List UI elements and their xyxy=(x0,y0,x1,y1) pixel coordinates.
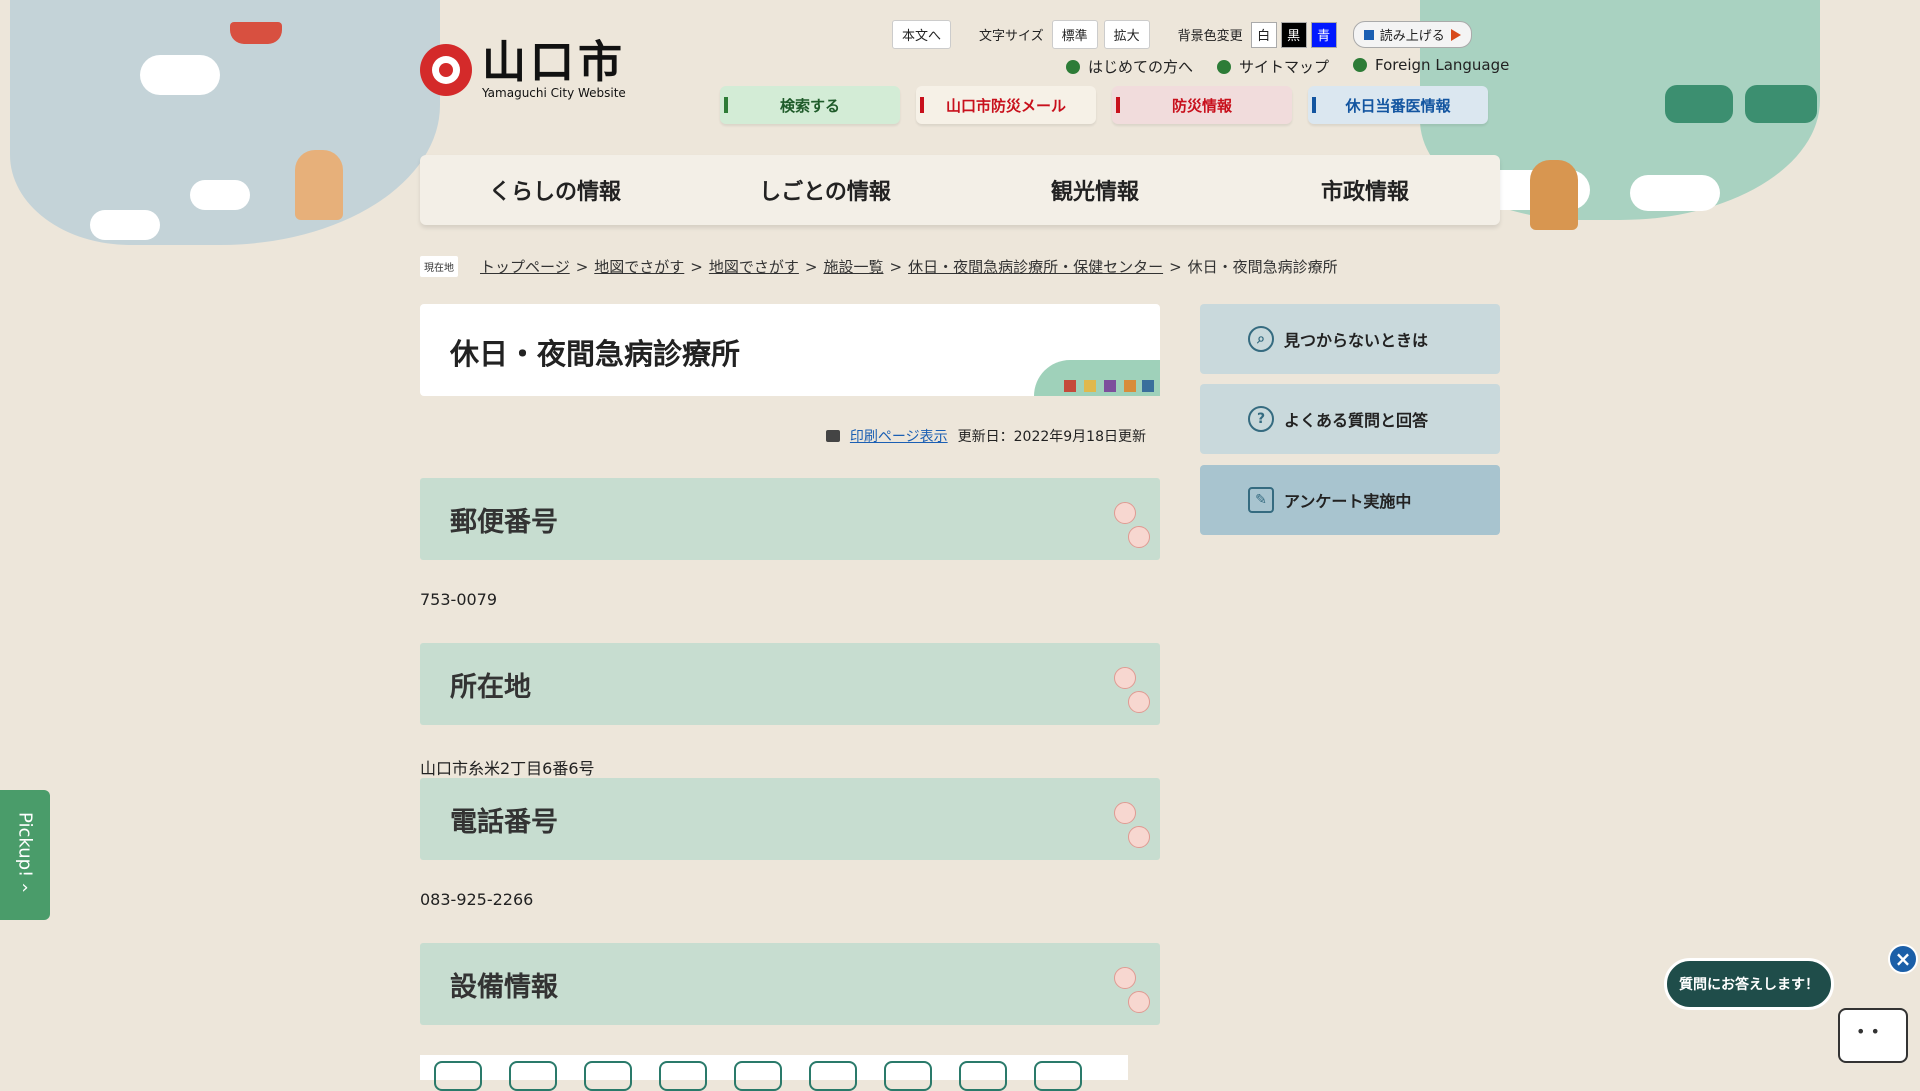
chevron-right-icon: › xyxy=(21,877,29,899)
family-toilet-icon xyxy=(809,1061,857,1091)
breadcrumb-link[interactable]: 地図でさがす xyxy=(709,256,799,277)
bg-black-button[interactable]: 黒 xyxy=(1280,21,1307,48)
pickup-label: Pickup! xyxy=(14,811,36,878)
side-label: 見つからないときは xyxy=(1284,331,1429,350)
accessible-toilet-icon xyxy=(734,1061,782,1091)
arrow-circle-icon xyxy=(1217,60,1232,74)
breadcrumb-tag: 現在地 xyxy=(420,256,458,277)
arrow-circle-icon xyxy=(1353,58,1368,72)
search-document-icon: ⌕ xyxy=(1248,326,1274,352)
font-standard-button[interactable]: 標準 xyxy=(1051,20,1098,49)
breadcrumb-link[interactable]: 休日・夜間急病診療所・保健センター xyxy=(908,256,1163,277)
page-meta: 印刷ページ表示 更新日：2022年9月18日更新 xyxy=(825,426,1146,446)
chatbot-bubble[interactable]: 質問にお答えします！ xyxy=(1664,958,1834,1010)
bg-blue-button[interactable]: 青 xyxy=(1310,21,1337,48)
breadcrumb-link[interactable]: 地図でさがす xyxy=(594,256,684,277)
search-button[interactable]: 検索する xyxy=(720,86,900,124)
link-foreign-language[interactable]: Foreign Language xyxy=(1353,56,1509,77)
font-size-label: 文字サイズ xyxy=(979,29,1044,44)
boat-illustration xyxy=(230,22,282,44)
chatbot-mascot-icon[interactable] xyxy=(1838,1008,1908,1063)
pickup-tab[interactable]: Pickup! › xyxy=(0,790,50,920)
logo-title: 山口市 xyxy=(482,37,626,88)
nav-tourism[interactable]: 観光情報 xyxy=(960,155,1230,225)
section-body-postal: 753-0079 xyxy=(420,590,498,609)
section-heading-postal: 郵便番号 xyxy=(420,478,1160,560)
ramp-icon xyxy=(509,1061,557,1091)
section-heading-phone: 電話番号 xyxy=(420,778,1160,860)
skip-to-content-link[interactable]: 本文へ xyxy=(892,20,952,49)
side-label: アンケート実施中 xyxy=(1284,492,1412,511)
section-title: 設備情報 xyxy=(450,972,558,1003)
updated-date: 更新日：2022年9月18日更新 xyxy=(957,429,1146,445)
link-first-time[interactable]: はじめての方へ xyxy=(1066,56,1193,77)
chatbot-close-button[interactable]: × xyxy=(1888,944,1918,974)
section-body-phone: 083-925-2266 xyxy=(420,890,534,909)
utility-bar: 本文へ 文字サイズ 標準 拡大 背景色変更 白 黒 青 読み上げる xyxy=(892,20,1472,49)
section-heading-facilities: 設備情報 xyxy=(420,943,1160,1025)
section-title: 郵便番号 xyxy=(450,507,558,538)
pencil-icon: ✎ xyxy=(1248,487,1274,513)
site-logo[interactable]: 山口市 Yamaguchi City Website xyxy=(420,40,626,100)
braille-block-icon xyxy=(1034,1061,1082,1091)
disaster-mail-button[interactable]: 山口市防災メール xyxy=(916,86,1096,124)
play-icon xyxy=(1450,28,1461,41)
print-page-link[interactable]: 印刷ページ表示 xyxy=(850,426,948,446)
survey-button[interactable]: ✎ アンケート実施中 xyxy=(1200,465,1500,535)
question-icon: ? xyxy=(1248,406,1274,432)
flower-icon xyxy=(1114,802,1136,824)
elevator-icon xyxy=(434,1061,482,1091)
nav-work[interactable]: しごとの情報 xyxy=(690,155,960,225)
holiday-doctor-button[interactable]: 休日当番医情報 xyxy=(1308,86,1488,124)
nav-living[interactable]: くらしの情報 xyxy=(420,155,690,225)
houses-illustration xyxy=(1034,360,1160,396)
logo-subtitle: Yamaguchi City Website xyxy=(482,86,626,100)
arrow-circle-icon xyxy=(1066,60,1080,74)
section-title: 所在地 xyxy=(450,672,531,703)
citizens-illustration xyxy=(295,150,343,220)
section-body-address: 山口市糸米2丁目6番6号 xyxy=(420,759,595,778)
farmers-illustration xyxy=(1530,160,1578,230)
nursing-room-icon xyxy=(884,1061,932,1091)
wheelchair-icon xyxy=(584,1061,632,1091)
nav-city-admin[interactable]: 市政情報 xyxy=(1230,155,1500,225)
page-title: 休日・夜間急病診療所 xyxy=(450,337,741,371)
speaker-icon xyxy=(1363,29,1374,40)
heart-icon xyxy=(959,1061,1007,1091)
not-found-button[interactable]: ⌕ 見つからないときは xyxy=(1200,304,1500,374)
facility-icons xyxy=(420,1055,1128,1091)
flower-icon xyxy=(1114,502,1136,524)
header-illustration-left xyxy=(10,0,440,245)
breadcrumb-link[interactable]: 施設一覧 xyxy=(823,256,883,277)
disaster-info-button[interactable]: 防災情報 xyxy=(1112,86,1292,124)
flower-icon xyxy=(1128,526,1150,548)
bg-white-button[interactable]: 白 xyxy=(1250,21,1277,48)
flower-icon xyxy=(1128,691,1150,713)
breadcrumb-link[interactable]: トップページ xyxy=(480,256,570,277)
breadcrumb-current: 休日・夜間急病診療所 xyxy=(1187,258,1338,276)
read-aloud-label: 読み上げる xyxy=(1379,29,1445,44)
side-label: よくある質問と回答 xyxy=(1284,411,1429,430)
breadcrumb: 現在地 トップページ > 地図でさがす > 地図でさがす > 施設一覧 > 休日・夜間急… xyxy=(420,256,1338,277)
faq-button[interactable]: ? よくある質問と回答 xyxy=(1200,384,1500,454)
global-nav: くらしの情報 しごとの情報 観光情報 市政情報 xyxy=(420,155,1500,225)
quick-buttons: 検索する 山口市防災メール 防災情報 休日当番医情報 xyxy=(720,86,1488,124)
font-large-button[interactable]: 拡大 xyxy=(1103,20,1150,49)
section-heading-address: 所在地 xyxy=(420,643,1160,725)
link-sitemap[interactable]: サイトマップ xyxy=(1217,56,1329,77)
header-links: はじめての方へ サイトマップ Foreign Language xyxy=(1066,56,1509,77)
flower-icon xyxy=(1128,991,1150,1013)
accessible-parking-icon xyxy=(659,1061,707,1091)
flower-icon xyxy=(1114,967,1136,989)
read-aloud-button[interactable]: 読み上げる xyxy=(1352,21,1472,48)
flower-icon xyxy=(1114,667,1136,689)
city-emblem-icon xyxy=(420,44,472,96)
page-title-panel: 休日・夜間急病診療所 xyxy=(420,304,1160,396)
section-title: 電話番号 xyxy=(450,807,558,838)
printer-icon xyxy=(825,430,840,442)
flower-icon xyxy=(1128,826,1150,848)
bg-color-label: 背景色変更 xyxy=(1177,29,1243,44)
